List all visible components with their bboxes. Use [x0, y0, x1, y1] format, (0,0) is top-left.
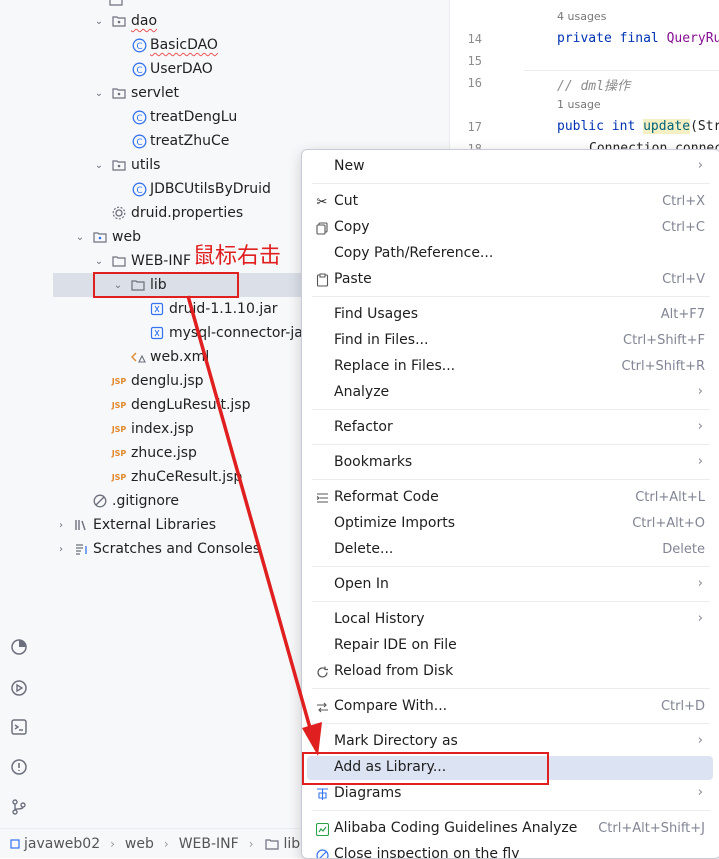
annotation-arrow — [0, 0, 719, 857]
